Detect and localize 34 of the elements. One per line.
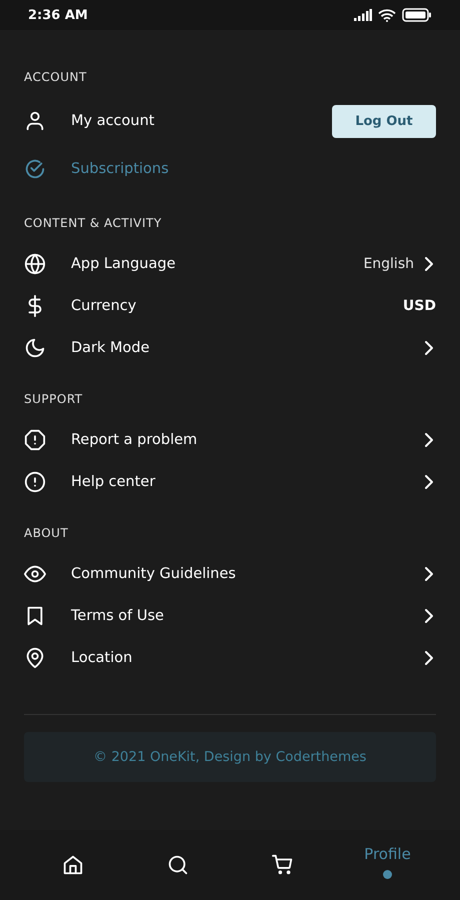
wifi-icon (378, 8, 396, 22)
section-heading: ACCOUNT (24, 69, 88, 86)
log-out-button[interactable]: Log Out (332, 104, 436, 138)
chevron-right-icon[interactable] (424, 608, 434, 624)
chevron-right-icon[interactable] (424, 650, 434, 666)
setting-label[interactable]: Subscriptions (71, 161, 169, 177)
home-icon[interactable] (62, 854, 84, 876)
nav-tab[interactable]: Profile (364, 845, 411, 863)
chevron-right-icon[interactable] (424, 256, 434, 272)
section-heading: CONTENT & ACTIVITY (24, 215, 163, 232)
cart-icon[interactable] (272, 854, 294, 876)
section-heading: SUPPORT (24, 391, 84, 408)
setting-label[interactable]: Help center (71, 474, 156, 490)
setting-value: USD (402, 298, 436, 314)
signal-icon (354, 9, 372, 21)
setting-label[interactable]: Location (71, 650, 132, 666)
status-time: 2:36 AM (28, 8, 88, 22)
setting-value: English (363, 256, 414, 272)
setting-label[interactable]: Dark Mode (71, 340, 150, 356)
setting-label[interactable]: Terms of Use (71, 608, 164, 624)
search-icon[interactable] (166, 854, 188, 876)
chevron-right-icon[interactable] (424, 566, 434, 582)
battery-icon (402, 8, 432, 22)
section-heading: ABOUT (24, 525, 70, 542)
setting-label[interactable]: Community Guidelines (71, 566, 236, 582)
setting-label[interactable]: Currency (71, 298, 136, 314)
setting-label[interactable]: Report a problem (71, 432, 198, 448)
setting-label[interactable]: My account (71, 113, 154, 129)
chevron-right-icon[interactable] (424, 340, 434, 356)
setting-label[interactable]: App Language (71, 256, 176, 272)
copyright-text: © 2021 OneKit, Design by Coderthemes (94, 749, 366, 765)
active-dot (383, 870, 392, 879)
chevron-right-icon[interactable] (424, 474, 434, 490)
chevron-right-icon[interactable] (424, 432, 434, 448)
